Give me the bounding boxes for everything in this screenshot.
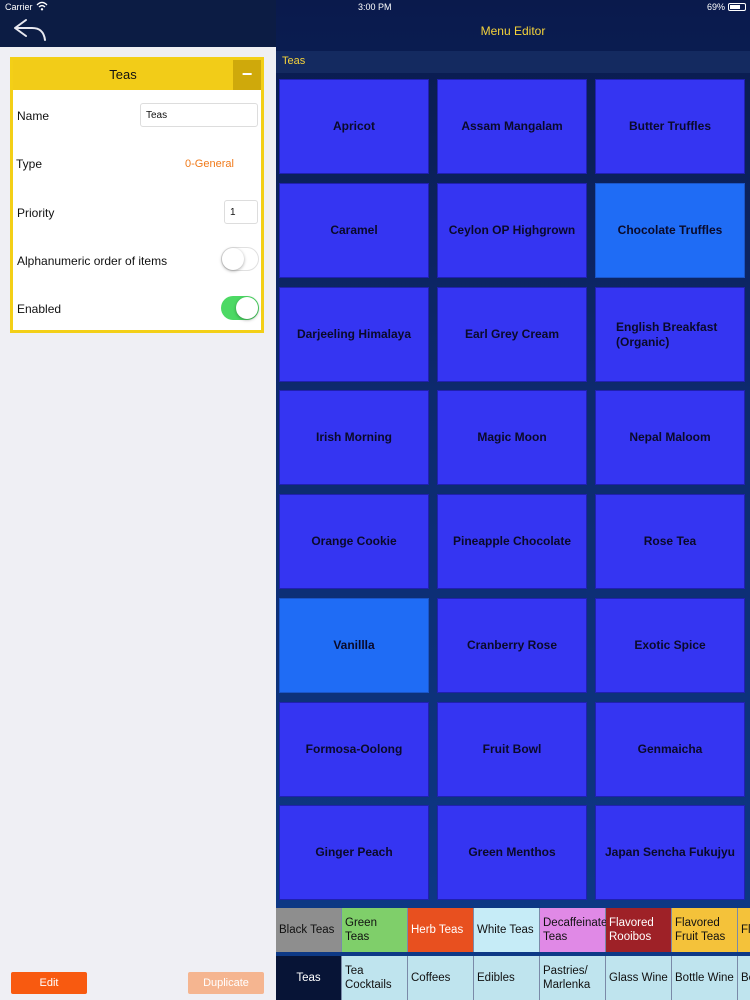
type-selector[interactable]: 0-General <box>185 158 234 170</box>
menu-item-tile[interactable]: Pineapple Chocolate <box>437 494 587 589</box>
menu-item-tile[interactable]: Orange Cookie <box>279 494 429 589</box>
name-input[interactable] <box>140 103 258 127</box>
category-tab[interactable]: Herb Teas <box>408 908 474 952</box>
menu-item-tile[interactable]: Earl Grey Cream <box>437 287 587 382</box>
menu-item-tile[interactable]: Nepal Maloom <box>595 390 745 485</box>
menu-item-grid: Apricot Assam Mangalam Butter Truffles Cara… <box>276 76 750 904</box>
category-tab[interactable]: Coffees <box>408 956 474 1000</box>
clock: 3:00 PM <box>358 2 392 12</box>
priority-input[interactable] <box>224 200 258 224</box>
category-tabs-row-1: Black Teas Green Teas Herb Teas White Teas D… <box>276 908 750 952</box>
status-bar-left: Carrier <box>0 0 276 14</box>
item-settings-panel: Teas − Name Type 0-General Priority Alph… <box>0 0 276 1000</box>
category-tab[interactable]: Teas <box>276 956 342 1000</box>
category-tab[interactable]: Tea Cocktails <box>342 956 408 1000</box>
category-tab[interactable]: Decaffeinated Teas <box>540 908 614 952</box>
toggle-knob <box>222 248 244 270</box>
status-bar: Carrier 3:00 PM 69% <box>0 0 750 14</box>
category-tab[interactable]: Flavored Rooibos <box>606 908 672 952</box>
category-tab[interactable]: White Teas <box>474 908 540 952</box>
card-header: Teas − <box>13 60 261 90</box>
category-tab[interactable]: Be <box>738 956 750 1000</box>
menu-item-tile[interactable]: Assam Mangalam <box>437 79 587 174</box>
category-tab[interactable]: Glass Wine <box>606 956 672 1000</box>
menu-item-tile[interactable]: Darjeeling Himalaya <box>279 287 429 382</box>
edit-button[interactable]: Edit <box>11 972 87 994</box>
alpha-order-label: Alphanumeric order of items <box>17 254 168 268</box>
menu-item-tile[interactable]: English Breakfast (Organic) <box>595 287 745 382</box>
breadcrumb-item[interactable]: Teas <box>282 55 305 67</box>
menu-item-tile[interactable]: Green Menthos <box>437 805 587 900</box>
category-tab[interactable]: Bottle Wine <box>672 956 738 1000</box>
menu-item-tile[interactable]: Japan Sencha Fukujyu <box>595 805 745 900</box>
category-tabs-row-2: Teas Tea Cocktails Coffees Edibles Pastries/… <box>276 956 750 1000</box>
type-label: Type <box>16 157 43 171</box>
menu-item-tile[interactable]: Fruit Bowl <box>437 702 587 797</box>
menu-item-tile[interactable]: Rose Tea <box>595 494 745 589</box>
menu-item-tile[interactable]: Apricot <box>279 79 429 174</box>
name-label: Name <box>17 109 50 123</box>
category-tab[interactable]: Edibles <box>474 956 540 1000</box>
category-tab[interactable]: Fl Cl <box>738 908 750 952</box>
menu-item-tile[interactable]: Cranberry Rose <box>437 598 587 693</box>
menu-item-tile[interactable]: Ceylon OP Highgrown <box>437 183 587 278</box>
enabled-toggle[interactable] <box>221 296 259 320</box>
collapse-button[interactable]: − <box>233 60 261 90</box>
duplicate-button[interactable]: Duplicate <box>188 972 264 994</box>
back-arrow-icon <box>14 19 46 41</box>
menu-item-tile[interactable]: Genmaicha <box>595 702 745 797</box>
menu-item-tile[interactable]: Ginger Peach <box>279 805 429 900</box>
category-tab[interactable]: Black Teas <box>276 908 342 952</box>
menu-item-tile[interactable]: Formosa-Oolong <box>279 702 429 797</box>
menu-editor-panel: Menu Editor Teas Apricot Assam Mangalam Bu… <box>276 0 750 1000</box>
menu-item-tile[interactable]: Irish Morning <box>279 390 429 485</box>
battery-icon <box>728 3 746 11</box>
carrier-label: Carrier <box>5 2 33 12</box>
category-tab[interactable]: Pastries/ Marlenka <box>540 956 606 1000</box>
left-header-bar <box>0 14 276 47</box>
alpha-order-toggle[interactable] <box>221 247 259 271</box>
category-tab[interactable]: Green Teas <box>342 908 408 952</box>
enabled-label: Enabled <box>17 302 62 316</box>
menu-item-tile[interactable]: Caramel <box>279 183 429 278</box>
menu-item-tile[interactable]: Butter Truffles <box>595 79 745 174</box>
battery-percent: 69% <box>707 2 726 12</box>
menu-item-tile[interactable]: Vanillla <box>279 598 429 693</box>
priority-label: Priority <box>17 206 55 220</box>
breadcrumb: Teas <box>276 51 750 73</box>
menu-item-tile[interactable]: Magic Moon <box>437 390 587 485</box>
wifi-icon <box>36 1 48 11</box>
card-title: Teas <box>109 67 137 82</box>
menu-item-tile[interactable]: Chocolate Truffles <box>595 183 745 278</box>
menu-editor-title: Menu Editor <box>480 24 546 38</box>
toggle-knob <box>236 297 258 319</box>
category-settings-card: Teas − Name Type 0-General Priority Alph… <box>10 57 264 333</box>
menu-item-tile[interactable]: Exotic Spice <box>595 598 745 693</box>
back-button[interactable] <box>12 16 48 44</box>
category-tab[interactable]: Flavored Fruit Teas <box>672 908 738 952</box>
